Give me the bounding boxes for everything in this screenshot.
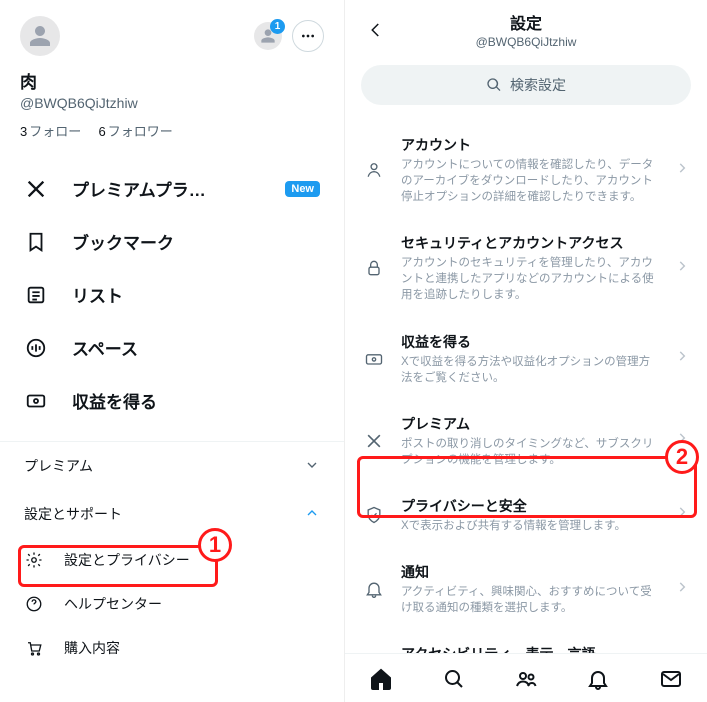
sub-settings-privacy[interactable]: 設定とプライバシー (0, 538, 344, 582)
settings-list: アカウント アカウントについての情報を確認したり、データのアーカイブをダウンロー… (345, 121, 707, 653)
bell-icon (361, 576, 387, 602)
nav-label: リスト (72, 282, 123, 307)
profile-header: 1 肉 @BWQB6QiJtzhiw 3フォロー 6フォロワー (0, 12, 344, 140)
chevron-right-icon (675, 161, 689, 180)
people-icon (514, 667, 538, 691)
setting-account[interactable]: アカウント アカウントについての情報を確認したり、データのアーカイブをダウンロー… (345, 121, 707, 219)
followers-count[interactable]: 6 (99, 124, 106, 139)
setting-accessibility[interactable]: アクセシビリティ、表示、言語 Xコンテンツの表示方法を管理します。 (345, 630, 707, 653)
nav-label: ブックマーク (72, 229, 174, 254)
setting-title: アカウント (401, 135, 661, 155)
settings-search[interactable]: 検索設定 (361, 65, 691, 105)
section-premium[interactable]: プレミアム (0, 442, 344, 490)
chevron-right-icon (675, 431, 689, 450)
money-icon (24, 389, 48, 413)
nav-lists[interactable]: リスト (0, 268, 344, 321)
section-settings-support[interactable]: 設定とサポート (0, 490, 344, 538)
section-label: プレミアム (24, 456, 93, 476)
chevron-down-icon (304, 457, 320, 476)
sub-label: 設定とプライバシー (64, 550, 190, 570)
section-label: 設定とサポート (24, 504, 122, 524)
setting-desc: アカウントについての情報を確認したり、データのアーカイブをダウンロードしたり、ア… (401, 157, 661, 205)
setting-title: セキュリティとアカウントアクセス (401, 233, 661, 253)
nav-label: プレミアムプラ… (72, 176, 206, 201)
sub-help-center[interactable]: ヘルプセンター (0, 582, 344, 626)
sub-purchases[interactable]: 購入内容 (0, 626, 344, 670)
nav-bookmarks[interactable]: ブックマーク (0, 215, 344, 268)
setting-premium[interactable]: プレミアム ポストの取り消しのタイミングなど、サブスクリプションの機能を管理しま… (345, 400, 707, 482)
chevron-right-icon (675, 505, 689, 524)
cart-icon (24, 638, 44, 658)
nav-messages[interactable] (651, 664, 691, 694)
mail-icon (659, 667, 683, 691)
nav-list: プレミアムプラ… New ブックマーク リスト スペース 収益を得る (0, 162, 344, 427)
nav-communities[interactable] (506, 664, 546, 694)
new-badge: New (285, 181, 320, 197)
nav-notifications[interactable] (578, 664, 618, 694)
list-icon (24, 283, 48, 307)
search-icon (442, 667, 466, 691)
display-name: 肉 (20, 68, 324, 93)
chevron-right-icon (675, 349, 689, 368)
followers-label[interactable]: フォロワー (108, 124, 173, 139)
handle: @BWQB6QiJtzhiw (20, 95, 324, 111)
more-button[interactable] (292, 20, 324, 52)
sub-label: ヘルプセンター (64, 594, 162, 614)
nav-home[interactable] (361, 664, 401, 694)
setting-desc: Xで表示および共有する情報を管理します。 (401, 518, 661, 534)
following-count[interactable]: 3 (20, 124, 27, 139)
spaces-icon (24, 336, 48, 360)
setting-notifications[interactable]: 通知 アクティビティ、興味関心、おすすめについて受け取る通知の種類を選択します。 (345, 548, 707, 630)
nav-label: 収益を得る (72, 388, 157, 413)
nav-premium-plus[interactable]: プレミアムプラ… New (0, 162, 344, 215)
setting-privacy-safety[interactable]: プライバシーと安全 Xで表示および共有する情報を管理します。 (345, 482, 707, 548)
lock-icon (361, 255, 387, 281)
account-switcher[interactable]: 1 (254, 22, 282, 50)
nav-monetization[interactable]: 収益を得る (0, 374, 344, 427)
bookmark-icon (24, 230, 48, 254)
setting-title: プライバシーと安全 (401, 496, 661, 516)
nav-spaces[interactable]: スペース (0, 321, 344, 374)
bottom-nav (345, 653, 707, 702)
x-logo-icon (24, 177, 48, 201)
setting-desc: アカウントのセキュリティを管理したり、アカウントと連携したアプリなどのアカウント… (401, 255, 661, 303)
setting-security[interactable]: セキュリティとアカウントアクセス アカウントのセキュリティを管理したり、アカウン… (345, 219, 707, 317)
setting-title: 収益を得る (401, 332, 661, 352)
settings-header: 設定 @BWQB6QiJtzhiw (345, 0, 707, 55)
x-logo-icon (361, 428, 387, 454)
chevron-right-icon (675, 259, 689, 278)
settings-screen: 設定 @BWQB6QiJtzhiw 検索設定 アカウント アカウントについての情… (345, 0, 707, 702)
setting-title: アクセシビリティ、表示、言語 (401, 644, 661, 653)
search-placeholder: 検索設定 (510, 75, 566, 95)
setting-desc: アクティビティ、興味関心、おすすめについて受け取る通知の種類を選択します。 (401, 584, 661, 616)
avatar[interactable] (20, 16, 60, 56)
setting-title: 通知 (401, 562, 661, 582)
avatar-row: 1 (20, 16, 324, 56)
page-title: 設定 (359, 10, 693, 34)
chevron-up-icon (304, 505, 320, 524)
setting-desc: ポストの取り消しのタイミングなど、サブスクリプションの機能を管理します。 (401, 436, 661, 468)
money-icon (361, 346, 387, 372)
chevron-right-icon (675, 580, 689, 599)
setting-title: プレミアム (401, 414, 661, 434)
nav-search[interactable] (434, 664, 474, 694)
help-icon (24, 594, 44, 614)
shield-icon (361, 502, 387, 528)
setting-monetization[interactable]: 収益を得る Xで収益を得る方法や収益化オプションの管理方法をご覧ください。 (345, 318, 707, 400)
page-subtitle: @BWQB6QiJtzhiw (359, 35, 693, 49)
gear-icon (24, 550, 44, 570)
person-icon (361, 157, 387, 183)
drawer-menu: 1 肉 @BWQB6QiJtzhiw 3フォロー 6フォロワー プレミアムプラ…… (0, 0, 345, 702)
nav-label: スペース (72, 335, 138, 360)
notification-badge: 1 (270, 19, 285, 34)
setting-desc: Xで収益を得る方法や収益化オプションの管理方法をご覧ください。 (401, 354, 661, 386)
home-icon (369, 667, 393, 691)
follow-stats: 3フォロー 6フォロワー (20, 121, 324, 140)
bell-icon (586, 667, 610, 691)
search-icon (486, 77, 502, 93)
following-label[interactable]: フォロー (29, 124, 81, 139)
sub-label: 購入内容 (64, 638, 120, 658)
